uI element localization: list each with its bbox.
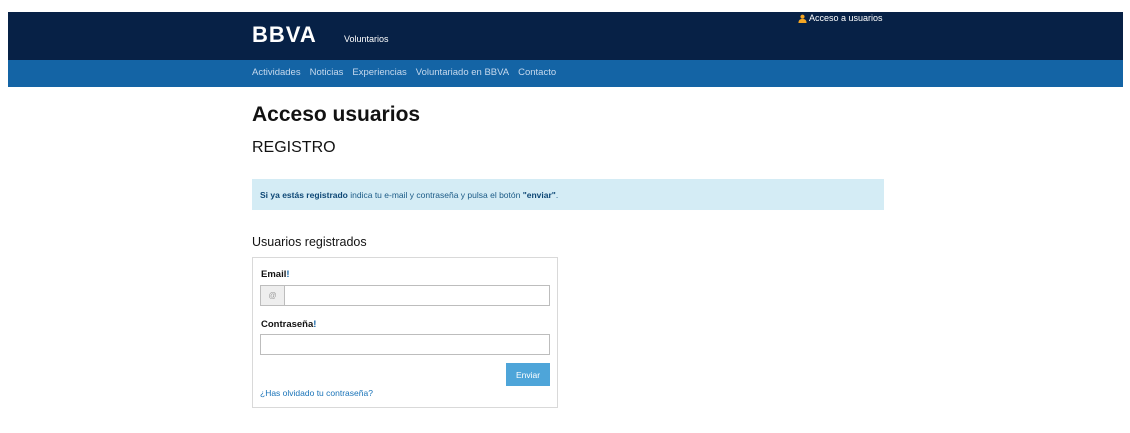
email-label: Email! <box>261 269 290 280</box>
bbva-logo[interactable]: BBVA <box>252 22 317 48</box>
submit-button[interactable]: Enviar <box>506 363 550 386</box>
login-form: Email! @ Contraseña! Enviar ¿Has olvidad… <box>252 257 558 408</box>
password-label: Contraseña! <box>261 319 316 330</box>
section-title: REGISTRO <box>252 139 336 156</box>
required-mark: ! <box>313 319 317 330</box>
user-icon <box>798 14 807 23</box>
info-end: . <box>555 189 559 200</box>
page-title: Acceso usuarios <box>252 103 421 126</box>
required-mark: ! <box>286 269 290 280</box>
info-message-text: Si ya estás registrado indica tu e-mail … <box>260 190 558 200</box>
nav-item-contacto[interactable]: Contacto <box>518 67 556 78</box>
password-input[interactable] <box>260 334 550 355</box>
info-body: indica tu e-mail y contraseña y pulsa el… <box>347 189 523 200</box>
nav-item-actividades[interactable]: Actividades <box>252 67 301 78</box>
main-nav: Actividades Noticias Experiencias Volunt… <box>252 67 556 78</box>
navigation-bar <box>8 60 1123 87</box>
password-label-text: Contraseña <box>261 319 314 330</box>
nav-item-voluntariado[interactable]: Voluntariado en BBVA <box>416 67 509 78</box>
user-access-label: Acceso a usuarios <box>809 13 883 23</box>
registered-users-heading: Usuarios registrados <box>252 235 367 249</box>
email-input-group: @ <box>260 285 550 306</box>
nav-item-experiencias[interactable]: Experiencias <box>352 67 406 78</box>
email-input[interactable] <box>285 286 549 305</box>
top-header-bar <box>8 12 1123 60</box>
forgot-password-link[interactable]: ¿Has olvidado tu contraseña? <box>260 388 373 398</box>
info-message: Si ya estás registrado indica tu e-mail … <box>252 179 884 210</box>
nav-item-noticias[interactable]: Noticias <box>310 67 344 78</box>
site-name: Voluntarios <box>344 34 389 44</box>
info-bold-action: "enviar" <box>522 189 556 200</box>
at-sign-icon: @ <box>261 286 285 305</box>
user-access-link[interactable]: Acceso a usuarios <box>798 13 883 23</box>
email-label-text: Email <box>261 269 287 280</box>
info-bold-lead: Si ya estás registrado <box>260 189 348 200</box>
